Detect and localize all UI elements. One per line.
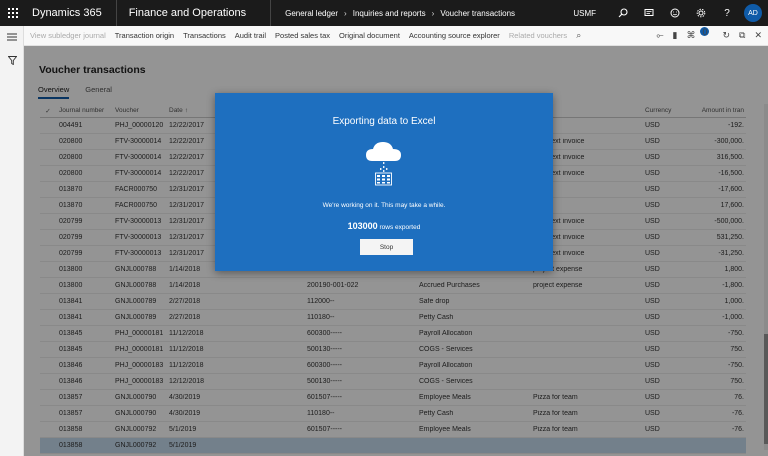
export-dialog: Exporting data to Excel We're working on… bbox=[215, 93, 553, 271]
product-name[interactable]: Dynamics 365 bbox=[26, 0, 114, 26]
breadcrumb: General ledger › Inquiries and reports ›… bbox=[270, 0, 515, 26]
rows-exported-count: 103000 bbox=[347, 221, 378, 231]
help-icon[interactable]: ? bbox=[714, 0, 740, 26]
hamburger-menu-icon[interactable] bbox=[0, 26, 24, 48]
chevron-right-icon: › bbox=[431, 8, 435, 18]
search-icon[interactable] bbox=[610, 0, 636, 26]
filter-icon[interactable] bbox=[0, 49, 24, 71]
message-icon[interactable] bbox=[636, 0, 662, 26]
top-bar: Dynamics 365 Finance and Operations Gene… bbox=[0, 0, 768, 26]
transactions-button[interactable]: Transactions bbox=[183, 31, 226, 40]
audit-trail-button[interactable]: Audit trail bbox=[235, 31, 266, 40]
app-launcher-icon[interactable] bbox=[0, 0, 26, 26]
accounting-source-explorer-button[interactable]: Accounting source explorer bbox=[409, 31, 500, 40]
action-pane: View subledger journal Transaction origi… bbox=[24, 26, 768, 46]
export-progress-text: 103000 rows exported bbox=[215, 221, 553, 231]
breadcrumb-item[interactable]: Voucher transactions bbox=[440, 9, 515, 18]
feedback-smiley-icon[interactable] bbox=[662, 0, 688, 26]
chevron-right-icon: › bbox=[344, 8, 347, 18]
transaction-origin-button[interactable]: Transaction origin bbox=[115, 31, 174, 40]
view-subledger-journal-button[interactable]: View subledger journal bbox=[30, 31, 106, 40]
breadcrumb-item[interactable]: Inquiries and reports bbox=[353, 9, 426, 18]
close-icon[interactable]: ✕ bbox=[754, 30, 762, 41]
related-vouchers-button[interactable]: Related vouchers bbox=[509, 31, 567, 40]
app-name[interactable]: Finance and Operations bbox=[115, 0, 258, 26]
dialog-message: We're working on it. This may take a whi… bbox=[322, 202, 446, 209]
avatar[interactable]: AD bbox=[744, 4, 762, 22]
posted-sales-tax-button[interactable]: Posted sales tax bbox=[275, 31, 330, 40]
dialog-title: Exporting data to Excel bbox=[332, 116, 436, 127]
rows-exported-label: rows exported bbox=[379, 224, 421, 231]
attachment-icon[interactable]: ⌘ bbox=[686, 30, 695, 41]
notification-badge: 0 bbox=[700, 26, 710, 37]
stop-button[interactable]: Stop bbox=[360, 239, 413, 255]
nav-rail bbox=[0, 26, 24, 456]
company-picker[interactable]: USMF bbox=[573, 9, 596, 18]
link-icon[interactable]: ⟜ bbox=[656, 30, 663, 41]
office-icon[interactable]: ▮ bbox=[673, 30, 678, 41]
open-new-window-icon[interactable]: ⧉ bbox=[739, 30, 745, 41]
search-icon[interactable]: ⌕ bbox=[576, 30, 581, 41]
breadcrumb-item[interactable]: General ledger bbox=[285, 9, 338, 18]
cloud-upload-icon bbox=[364, 139, 404, 187]
refresh-icon[interactable]: ↻ bbox=[722, 30, 730, 41]
original-document-button[interactable]: Original document bbox=[339, 31, 400, 40]
gear-icon[interactable] bbox=[688, 0, 714, 26]
